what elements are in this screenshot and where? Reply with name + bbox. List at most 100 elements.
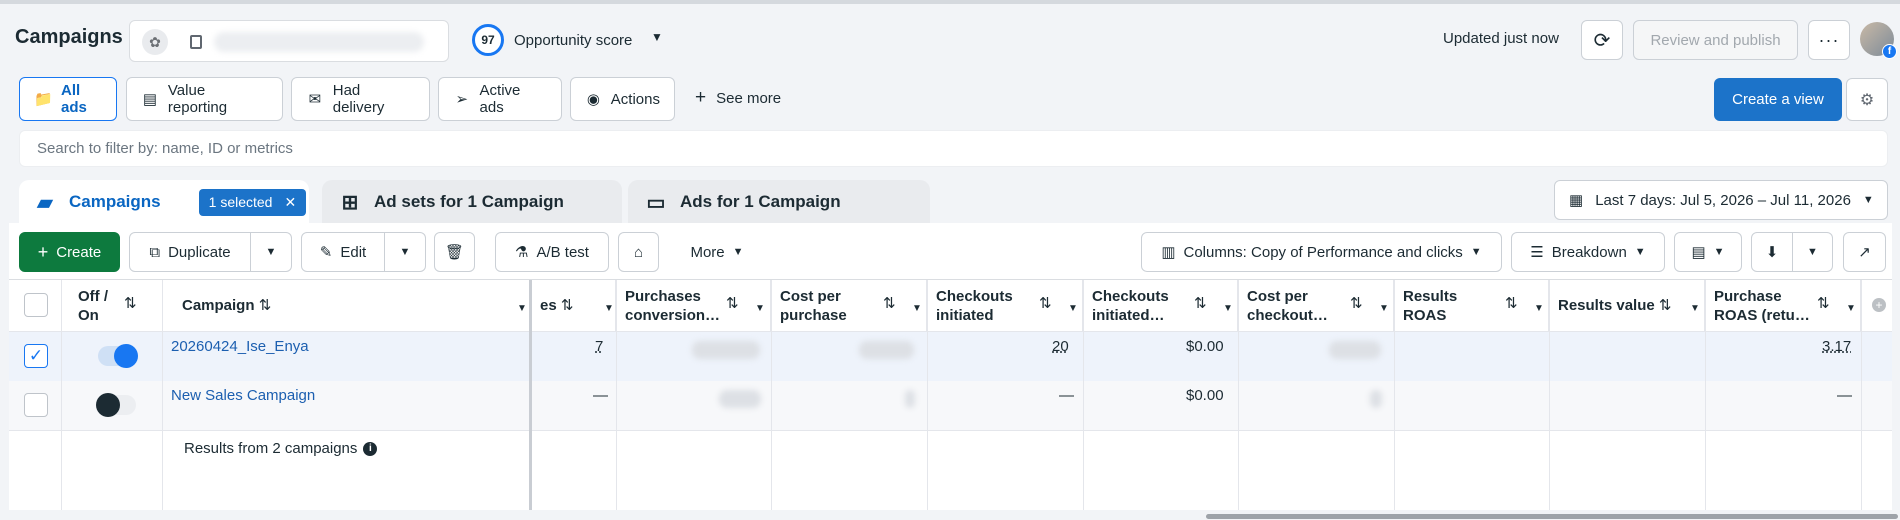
sort-icon[interactable]: ⇅	[1505, 294, 1518, 313]
create-view-button[interactable]: Create a view	[1714, 78, 1842, 121]
chevron-down-icon[interactable]: ▼	[517, 299, 527, 318]
sort-icon[interactable]: ⇅	[726, 294, 739, 313]
header-label: Checkouts initiated	[936, 288, 1013, 324]
horizontal-scrollbar[interactable]	[1206, 514, 1898, 519]
chevron-down-icon[interactable]: ▼	[604, 299, 614, 318]
tab-ad-sets[interactable]: ⊞ Ad sets for 1 Campaign	[322, 180, 622, 224]
header-off-on-label: Off / On	[78, 288, 108, 324]
chart-icon: ↗	[1858, 244, 1871, 261]
avatar[interactable]: f	[1860, 22, 1897, 59]
chevron-down-icon[interactable]: ▼	[1223, 299, 1233, 318]
campaign-name-link[interactable]: 20260424_Ise_Enya	[171, 338, 309, 355]
delete-button[interactable]: 🗑	[434, 232, 475, 272]
chevron-down-icon[interactable]: ▼	[651, 30, 663, 44]
sort-icon[interactable]: ⇅	[561, 297, 574, 314]
row-checkbox[interactable]	[24, 393, 48, 417]
sort-icon[interactable]: ⇅	[1194, 294, 1207, 313]
plus-icon: +	[37, 241, 49, 262]
header-results-roas[interactable]: Results ROAS ⇅ ▼	[1395, 280, 1549, 331]
export-dropdown-button[interactable]: ▼	[1793, 232, 1833, 272]
ad-frame-icon: ▭	[646, 191, 666, 214]
header-campaign[interactable]: Campaign ⇅ ▼	[163, 280, 529, 331]
divider	[1861, 280, 1862, 510]
chevron-down-icon[interactable]: ▼	[1534, 299, 1544, 318]
account-selector[interactable]: ✿	[129, 20, 449, 62]
selected-badge[interactable]: 1 selected ✕	[198, 188, 307, 216]
breakdown-button[interactable]: ☰ Breakdown ▼	[1511, 232, 1665, 272]
select-all-checkbox[interactable]	[24, 293, 48, 317]
opportunity-score-label[interactable]: Opportunity score	[514, 32, 632, 49]
sliders-icon: ⚙	[1859, 91, 1875, 109]
duplicate-dropdown-button[interactable]: ▼	[251, 232, 292, 272]
export-button[interactable]: ⬇	[1751, 232, 1793, 272]
columns-button[interactable]: ▥ Columns: Copy of Performance and click…	[1141, 232, 1502, 272]
sort-icon[interactable]: ⇅	[1659, 297, 1672, 314]
purchases-value[interactable]: 7	[595, 338, 603, 355]
header-purchases-conversion[interactable]: Purchases conversion… ⇅ ▼	[617, 280, 771, 331]
sort-icon[interactable]: ⇅	[883, 294, 896, 313]
filter-chip-value-reporting[interactable]: ▤ Value reporting	[126, 77, 283, 121]
chevron-down-icon: ▼	[732, 246, 744, 258]
sort-icon[interactable]: ⇅	[1039, 294, 1052, 313]
review-publish-button[interactable]: Review and publish	[1633, 20, 1798, 60]
header: Campaigns ✿ 97 Opportunity score ▼ Updat…	[0, 4, 1900, 68]
filter-chip-active-ads[interactable]: ➢ Active ads	[438, 77, 562, 121]
chevron-down-icon[interactable]: ▼	[1690, 299, 1700, 318]
filter-chip-actions[interactable]: ◉ Actions	[570, 77, 675, 121]
chevron-down-icon[interactable]: ▼	[1068, 299, 1078, 318]
date-range-picker[interactable]: ▦ Last 7 days: Jul 5, 2026 – Jul 11, 202…	[1554, 180, 1888, 220]
chart-view-button[interactable]: ↗	[1843, 232, 1886, 272]
header-purchases[interactable]: es ⇅ ▼	[532, 280, 616, 331]
duplicate-button[interactable]: ⧉ Duplicate	[129, 232, 251, 272]
refresh-button[interactable]: ⟳	[1581, 20, 1623, 60]
sort-icon[interactable]: ⇅	[1350, 294, 1363, 313]
header-purchase-roas[interactable]: Purchase ROAS (retu… ⇅ ▼	[1706, 280, 1861, 331]
ab-test-button[interactable]: ⚗ A/B test	[495, 232, 609, 272]
campaign-toggle[interactable]	[96, 393, 136, 417]
date-range-label: Last 7 days: Jul 5, 2026 – Jul 11, 2026	[1595, 191, 1851, 209]
view-settings-button[interactable]: ⚙	[1846, 78, 1888, 121]
chevron-down-icon[interactable]: ▼	[1846, 299, 1856, 318]
chevron-down-icon[interactable]: ▼	[755, 299, 765, 318]
opportunity-score-badge[interactable]: 97	[472, 24, 504, 56]
more-options-button[interactable]: ···	[1808, 20, 1850, 60]
create-button[interactable]: + Create	[19, 232, 120, 272]
campaign-name-link[interactable]: New Sales Campaign	[171, 387, 315, 404]
sort-icon[interactable]: ⇅	[259, 297, 272, 314]
purchase-roas-value[interactable]: 3.17	[1822, 338, 1851, 355]
info-icon[interactable]: i	[363, 441, 378, 456]
edit-dropdown-button[interactable]: ▼	[385, 232, 426, 272]
chevron-down-icon[interactable]: ▼	[912, 299, 922, 318]
redacted-value	[692, 341, 760, 359]
chevron-down-icon[interactable]: ▼	[1379, 299, 1389, 318]
tab-ads[interactable]: ▭ Ads for 1 Campaign	[628, 180, 930, 224]
header-cost-per-purchase[interactable]: Cost per purchase ⇅ ▼	[772, 280, 927, 331]
checkouts-value: $0.00	[1186, 387, 1224, 404]
add-column-icon[interactable]: +	[1872, 298, 1886, 312]
more-label: More	[690, 243, 725, 261]
campaign-toggle[interactable]	[98, 344, 138, 368]
edit-button[interactable]: ✎ Edit	[301, 232, 385, 272]
checkouts-initiated-value[interactable]: 20	[1052, 338, 1069, 355]
close-icon[interactable]: ✕	[284, 194, 296, 211]
sort-icon[interactable]: ⇅	[124, 294, 137, 313]
see-more-button[interactable]: + See more	[695, 87, 781, 109]
more-actions-button[interactable]: More ▼	[676, 232, 758, 272]
redacted-value	[905, 390, 915, 408]
flask-icon: ⚗	[515, 244, 529, 261]
tag-button[interactable]: ⌂	[618, 232, 659, 272]
tab-campaigns[interactable]: ▰ Campaigns 1 selected ✕	[19, 180, 309, 224]
reports-button[interactable]: ▤ ▼	[1674, 232, 1742, 272]
tag-icon: ⌂	[633, 243, 644, 261]
header-checkouts-initiated-value[interactable]: Checkouts initiated… ⇅ ▼	[1084, 280, 1238, 331]
sort-icon[interactable]: ⇅	[1817, 294, 1830, 313]
row-checkbox[interactable]: ✓	[24, 344, 48, 368]
header-results-value[interactable]: Results value ⇅ ▼	[1550, 280, 1705, 331]
header-checkouts-initiated[interactable]: Checkouts initiated ⇅ ▼	[928, 280, 1083, 331]
header-cost-per-checkout[interactable]: Cost per checkout… ⇅ ▼	[1239, 280, 1394, 331]
frozen-column-divider[interactable]	[529, 280, 532, 510]
filter-chip-had-delivery[interactable]: ✉ Had delivery	[291, 77, 430, 121]
filter-chip-all-ads[interactable]: 📁 All ads	[19, 77, 117, 121]
header-off-on[interactable]: Off / On ⇅	[62, 280, 162, 331]
search-input[interactable]: Search to filter by: name, ID or metrics	[19, 130, 1888, 167]
